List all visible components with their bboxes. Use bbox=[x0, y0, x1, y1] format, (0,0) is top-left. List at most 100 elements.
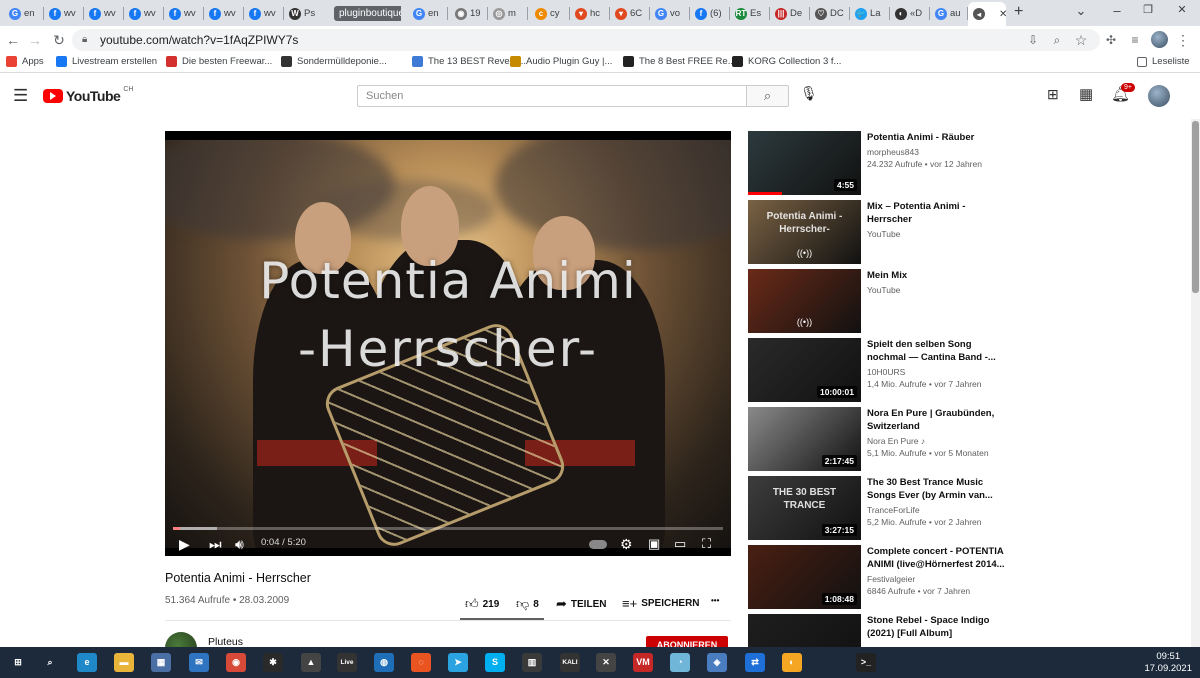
browser-tab[interactable]: ▾ hc bbox=[570, 3, 608, 24]
tent-icon[interactable]: ▲ bbox=[301, 653, 321, 672]
store-icon[interactable]: ▦ bbox=[151, 653, 171, 672]
create-video-icon[interactable]: ⊞ bbox=[1047, 86, 1059, 103]
bookmark-star-icon[interactable]: ☆ bbox=[1072, 31, 1090, 49]
video-thumbnail[interactable]: 1:08:48 bbox=[748, 545, 861, 609]
recommendation-title[interactable]: The 30 Best Trance Music Songs Ever (by … bbox=[867, 476, 1007, 502]
video-frame[interactable]: Potentia Animi -Herrscher- bbox=[165, 140, 731, 548]
browser-tab[interactable]: f wv bbox=[164, 3, 202, 24]
telegram-icon[interactable]: ➤ bbox=[448, 653, 468, 672]
extensions-icon[interactable]: ✣ bbox=[1102, 31, 1120, 49]
search-input[interactable]: Suchen bbox=[357, 85, 747, 107]
video-thumbnail[interactable]: 4:55 bbox=[748, 131, 861, 195]
video-player[interactable]: Potentia Animi -Herrscher- ▶ ⏭︎ 🔊︎ 0:04 … bbox=[165, 131, 731, 556]
browser-tab[interactable]: ◎ m bbox=[488, 3, 526, 24]
recommendation-channel[interactable]: 10H0URS bbox=[867, 367, 905, 377]
save-button[interactable]: ≡+ SPEICHERN bbox=[622, 596, 700, 611]
spider-icon[interactable]: ✱ bbox=[263, 653, 283, 672]
browser-tab[interactable]: ◉ 19 bbox=[450, 3, 486, 24]
terminal-icon[interactable]: >_ bbox=[856, 653, 876, 672]
browser-tab[interactable]: RT Es bbox=[730, 3, 768, 24]
video-thumbnail[interactable]: 2:17:45 bbox=[748, 407, 861, 471]
browser-tab[interactable]: f wv bbox=[84, 3, 122, 24]
browser-tab[interactable]: f wv bbox=[124, 3, 162, 24]
recommendation-channel[interactable]: YouTube bbox=[867, 229, 900, 239]
browser-tab[interactable]: Gau bbox=[930, 3, 966, 24]
recommendation-title[interactable]: Mix – Potentia Animi - Herrscher bbox=[867, 200, 1007, 226]
youtube-avatar[interactable] bbox=[1148, 85, 1170, 107]
reload-icon[interactable]: ↻ bbox=[50, 31, 68, 49]
recommendation-item[interactable]: ((•)) Mein Mix YouTube bbox=[748, 269, 1168, 333]
browser-tab[interactable]: pluginboutique bbox=[329, 3, 401, 24]
bookmark-item[interactable]: The 13 BEST Reverb... bbox=[412, 56, 526, 67]
dislike-button[interactable]: 👎︎ 8 bbox=[516, 596, 539, 612]
browser-tab[interactable]: ◂ ✕ bbox=[968, 2, 1006, 26]
remote-icon[interactable]: ◍ bbox=[374, 653, 394, 672]
recommendation-item[interactable]: 1:08:48 Complete concert - POTENTIA ANIMI… bbox=[748, 545, 1168, 609]
browser-tab[interactable]: Gen bbox=[4, 3, 42, 24]
browser-tab[interactable]: ♡ DC bbox=[810, 3, 848, 24]
video-thumbnail[interactable]: ((•)) bbox=[748, 269, 861, 333]
address-bar[interactable]: 🔒︎ youtube.com/watch?v=1fAqZPIWY7s bbox=[72, 29, 1100, 51]
chat-icon[interactable]: ◔ bbox=[670, 653, 690, 672]
bookmark-item[interactable]: Apps bbox=[6, 56, 44, 67]
file-explorer-icon[interactable]: ▬ bbox=[114, 653, 134, 672]
recommendation-item[interactable]: 4:55 Potentia Animi - Räuber morpheus843 24… bbox=[748, 131, 1168, 195]
tab-search-dropdown-icon[interactable]: ⌄ bbox=[1071, 3, 1091, 19]
bookmark-item[interactable]: Audio Plugin Guy |... bbox=[510, 56, 612, 67]
search-button[interactable]: ⌕ bbox=[746, 85, 789, 107]
windows-start-icon[interactable]: ⊞ bbox=[8, 653, 28, 672]
bookmark-item[interactable]: KORG Collection 3 f... bbox=[732, 56, 841, 67]
recommendation-item[interactable]: 10:00:01 Spielt den selben Song nochmal —… bbox=[748, 338, 1168, 402]
recommendation-channel[interactable]: Nora En Pure ♪ bbox=[867, 436, 925, 446]
close-tab-icon[interactable]: ✕ bbox=[999, 9, 1006, 20]
restore-button[interactable]: ❐ bbox=[1138, 3, 1158, 16]
install-app-icon[interactable]: ⇩ bbox=[1024, 31, 1042, 49]
recommendation-channel[interactable]: YouTube bbox=[867, 285, 900, 295]
mail-icon[interactable]: ✉ bbox=[189, 653, 209, 672]
chrome-icon[interactable]: ◉ bbox=[226, 653, 246, 672]
volume-icon[interactable]: 🔊︎ bbox=[235, 536, 244, 553]
kali-icon[interactable]: KALI bbox=[560, 653, 580, 672]
browser-tab[interactable]: f (6) bbox=[690, 3, 728, 24]
forward-arrow-icon[interactable]: → bbox=[26, 31, 44, 49]
next-icon[interactable]: ⏭︎ bbox=[209, 536, 222, 553]
lock-icon[interactable]: 🔒︎ bbox=[82, 29, 87, 51]
settings-gear-icon[interactable]: ⚙ bbox=[620, 536, 633, 553]
video-progress-bar[interactable] bbox=[173, 527, 723, 530]
bookmark-item[interactable]: The 8 Best FREE Re... bbox=[623, 56, 736, 67]
browser-tab[interactable]: W Ps bbox=[284, 3, 324, 24]
recommendation-item[interactable]: 2:17:45 Nora En Pure | Graubünden, Switze… bbox=[748, 407, 1168, 471]
recommendation-title[interactable]: Complete concert - POTENTIA ANIMI (live@… bbox=[867, 545, 1007, 571]
video-thumbnail[interactable]: 10:00:01 bbox=[748, 338, 861, 402]
voicemeeter-icon[interactable]: VM bbox=[633, 653, 653, 672]
browser-tab[interactable]: 🐦 La bbox=[850, 3, 888, 24]
minimize-button[interactable]: – bbox=[1107, 3, 1127, 18]
more-actions-button[interactable]: ••• bbox=[711, 596, 719, 605]
play-icon[interactable]: ▶ bbox=[179, 536, 190, 553]
miniplayer-icon[interactable]: ▣ bbox=[648, 536, 660, 552]
recommendation-title[interactable]: Nora En Pure | Graubünden, Switzerland bbox=[867, 407, 1007, 433]
browser-tab[interactable]: ▾ 6C bbox=[610, 3, 648, 24]
recommendation-title[interactable]: Spielt den selben Song nochmal — Cantina… bbox=[867, 338, 1007, 364]
reading-list-button[interactable]: Leseliste bbox=[1137, 56, 1190, 67]
theater-mode-icon[interactable]: ▭ bbox=[674, 536, 686, 552]
bookmark-item[interactable]: Livestream erstellen bbox=[56, 56, 157, 67]
profile-avatar[interactable] bbox=[1151, 31, 1168, 48]
recommendation-channel[interactable]: TranceForLife bbox=[867, 505, 920, 515]
skype-icon[interactable]: S bbox=[485, 653, 505, 672]
browser-tab[interactable]: f wv bbox=[204, 3, 242, 24]
recommendation-title[interactable]: Potentia Animi - Räuber bbox=[867, 131, 1007, 144]
scrollbar-thumb[interactable] bbox=[1192, 121, 1199, 293]
recommendation-item[interactable]: THE 30 BEST TRANCE 3:27:15 The 30 Best Tra… bbox=[748, 476, 1168, 540]
grid-app-icon[interactable]: ▥ bbox=[522, 653, 542, 672]
browser-tab[interactable]: Gen bbox=[408, 3, 446, 24]
microphone-icon[interactable]: 🎙︎ bbox=[800, 85, 818, 102]
browser-tab[interactable]: Gvo bbox=[650, 3, 688, 24]
new-tab-button[interactable]: + bbox=[1014, 3, 1023, 21]
search-icon[interactable]: ⌕ bbox=[40, 653, 60, 672]
back-arrow-icon[interactable]: ← bbox=[4, 31, 22, 49]
ubuntu-icon[interactable]: ◌ bbox=[411, 653, 431, 672]
browser-tab[interactable]: ◐ «D bbox=[890, 3, 928, 24]
colorful-icon[interactable]: ◐ bbox=[782, 653, 802, 672]
share-button[interactable]: ➦ TEILEN bbox=[556, 596, 606, 612]
